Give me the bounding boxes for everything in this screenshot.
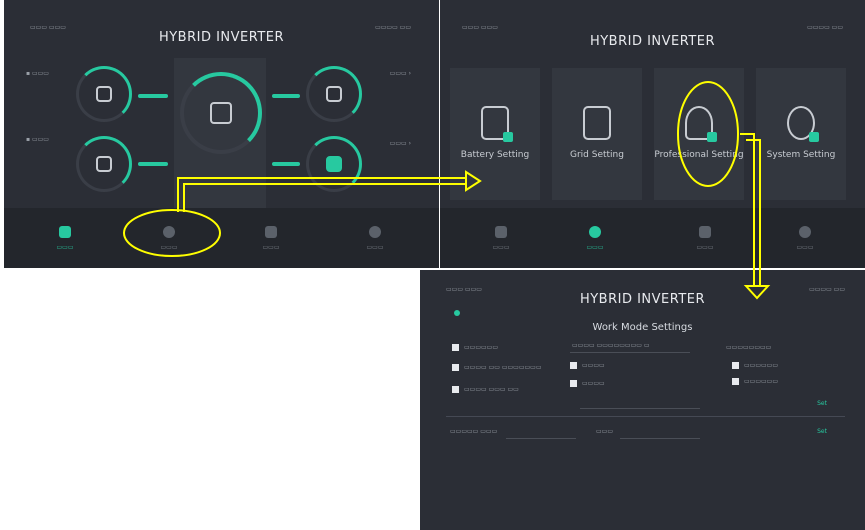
nav-calendar[interactable]: ▭▭▭ [690, 226, 720, 251]
inverter-gauge[interactable] [180, 72, 262, 154]
card-label: Grid Setting [570, 150, 624, 160]
engineer-icon [685, 106, 717, 142]
calendar-icon [265, 226, 277, 238]
battery-icon [96, 156, 112, 172]
checkbox[interactable] [570, 362, 577, 369]
group-label: ▭▭▭▭▭▭▭▭ [726, 344, 772, 351]
home-icon [495, 226, 507, 238]
card-label: Professional Setting [654, 150, 744, 160]
nav-home[interactable]: ▭▭▭ [50, 226, 80, 251]
section-title: Work Mode Settings [592, 322, 693, 333]
time-text: ▭▭▭▭ ▭▭ [807, 24, 843, 31]
solar-panel-icon [96, 86, 112, 102]
grid-setting-card[interactable]: Grid Setting [552, 68, 642, 200]
card-label: Battery Setting [460, 150, 530, 160]
gear-icon [787, 106, 819, 142]
inverter-icon [210, 102, 232, 124]
value-field[interactable] [620, 428, 700, 439]
checkbox[interactable] [732, 378, 739, 385]
nav-system[interactable]: ▭▭▭ [790, 226, 820, 251]
nav-calendar[interactable]: ▭▭▭ [256, 226, 286, 251]
checkbox[interactable] [452, 364, 459, 371]
load-gauge[interactable] [306, 136, 362, 192]
grid-tower-icon [326, 86, 342, 102]
option-label: ▭▭▭▭ [582, 380, 605, 387]
pv-label: ▪ ▭▭▭ [26, 70, 49, 77]
option-label: ▭▭▭▭▭▭ [744, 362, 779, 369]
set-button[interactable]: Set [812, 428, 832, 438]
page-title: HYBRID INVERTER [589, 34, 716, 49]
card-label: System Setting [766, 150, 836, 160]
calendar-icon [699, 226, 711, 238]
grid-label: ▭▭▭ › [389, 70, 411, 77]
home-icon [59, 226, 71, 238]
pv-flow-line [138, 94, 168, 98]
professional-setting-card[interactable]: Professional Setting [654, 68, 744, 200]
settings-icon [799, 226, 811, 238]
field-label: ▭▭▭▭▭ ▭▭▭ [450, 428, 498, 435]
gear-icon [163, 226, 175, 238]
divider [446, 416, 845, 417]
system-setting-card[interactable]: System Setting [756, 68, 846, 200]
checkbox[interactable] [452, 344, 459, 351]
nav-settings[interactable]: ▭▭▭ [580, 226, 610, 251]
bottom-nav: ▭▭▭ ▭▭▭ ▭▭▭ ▭▭▭ [4, 208, 439, 268]
nav-system[interactable]: ▭▭▭ [360, 226, 390, 251]
nav-home[interactable]: ▭▭▭ [486, 226, 516, 251]
battery-label: ▪ ▭▭▭ [26, 136, 49, 143]
set-button[interactable]: Set [812, 400, 832, 410]
option-label: ▭▭▭▭▭▭ [464, 344, 499, 351]
option-label: ▭▭▭▭ ▭▭▭ ▭▭ [464, 386, 519, 393]
house-icon [326, 156, 342, 172]
checkbox[interactable] [732, 362, 739, 369]
load-flow-line [272, 162, 300, 166]
field-text: ▭▭▭▭ ▭▭▭▭▭▭▭▭ ▭ [572, 342, 650, 349]
battery-icon [481, 106, 513, 142]
work-mode-screen: ▭▭▭ ▭▭▭ ▭▭▭▭ ▭▭ HYBRID INVERTER Work Mod… [420, 270, 865, 530]
value-field[interactable] [506, 428, 576, 439]
settings-screen: ▭▭▭ ▭▭▭ ▭▭▭▭ ▭▭ HYBRID INVERTER Battery … [440, 0, 865, 268]
option-label: ▭▭▭▭ ▭▭ ▭▭▭▭▭▭▭ [464, 364, 542, 371]
battery-setting-card[interactable]: Battery Setting [450, 68, 540, 200]
page-title: HYBRID INVERTER [579, 292, 706, 307]
value-field[interactable] [580, 398, 700, 409]
option-label: ▭▭▭▭ [582, 362, 605, 369]
battery-flow-line [138, 162, 168, 166]
home-screen: ▭▭▭ ▭▭▭ ▭▭▭▭ ▭▭ HYBRID INVERTER ▪ ▭▭▭ ▪ … [4, 0, 439, 268]
nav-settings[interactable]: ▭▭▭ [154, 226, 184, 251]
page-title: HYBRID INVERTER [158, 30, 285, 45]
settings-icon [369, 226, 381, 238]
field-label: ▭▭▭ [596, 428, 614, 435]
checkbox[interactable] [452, 386, 459, 393]
option-label: ▭▭▭▭▭▭ [744, 378, 779, 385]
back-icon[interactable] [454, 310, 460, 316]
battery-gauge[interactable] [76, 136, 132, 192]
load-label: ▭▭▭ › [389, 140, 411, 147]
grid-tower-icon [583, 106, 611, 140]
grid-flow-line [272, 94, 300, 98]
pv-gauge[interactable] [76, 66, 132, 122]
grid-gauge[interactable] [306, 66, 362, 122]
checkbox[interactable] [570, 380, 577, 387]
gear-icon [589, 226, 601, 238]
date-text: ▭▭▭ ▭▭▭ [462, 24, 498, 31]
bottom-nav: ▭▭▭ ▭▭▭ ▭▭▭ ▭▭▭ [440, 208, 865, 268]
